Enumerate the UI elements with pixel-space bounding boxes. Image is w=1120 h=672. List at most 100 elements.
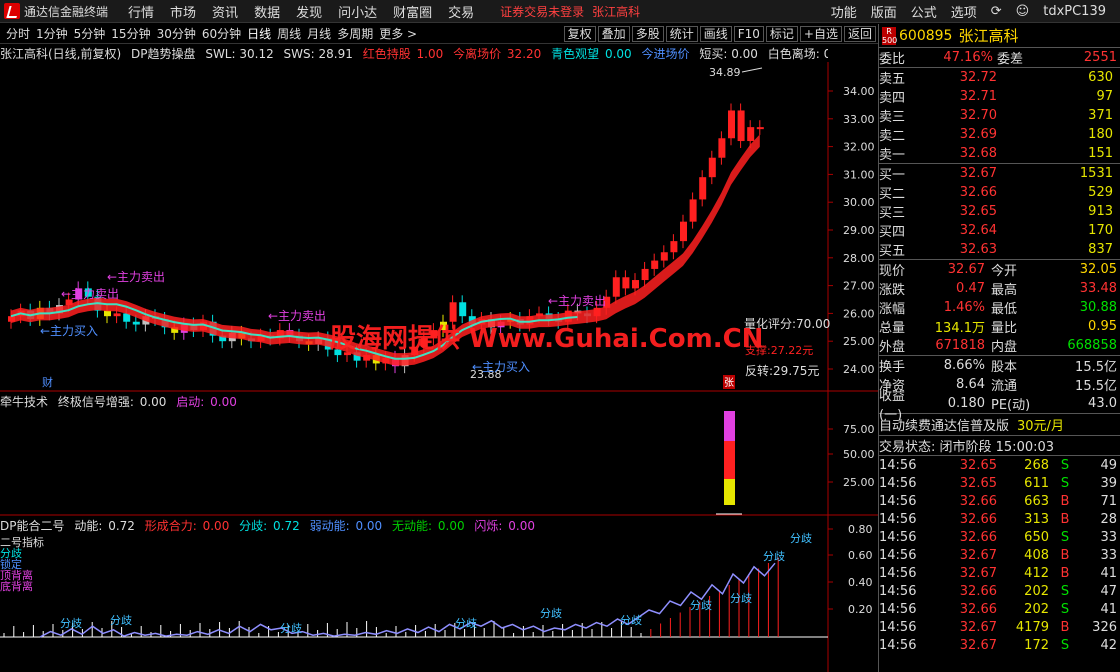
sub2-sl-value: 0.00 — [508, 519, 536, 533]
tick-count: 47 — [1100, 583, 1117, 599]
period-fenshi[interactable]: 分时 — [6, 25, 30, 42]
tick-row[interactable]: 14:56 32.66 313 B 28 — [879, 510, 1120, 528]
ob-price: 32.64 — [959, 223, 997, 238]
indicator-name[interactable]: DP趋势操盘 — [131, 47, 195, 61]
period-15min[interactable]: 15分钟 — [111, 25, 150, 42]
f10-button[interactable]: F10 — [733, 25, 764, 42]
orderbook-row[interactable]: 买一 32.67 1531 — [879, 164, 1120, 183]
axis-label: 50.00 — [843, 448, 875, 461]
menu-shuju[interactable]: 数据 — [254, 2, 280, 21]
tick-row[interactable]: 14:56 32.66 650 S 33 — [879, 528, 1120, 546]
ad-text[interactable]: 自动续费通达信普及版 — [879, 415, 1009, 434]
orderbook-row[interactable]: 买五 32.63 837 — [879, 240, 1120, 259]
sub2-wd-label: 无动能: — [392, 519, 433, 533]
back-button[interactable]: 返回 — [843, 25, 876, 42]
period-weekly[interactable]: 周线 — [277, 25, 301, 42]
menu-zixun[interactable]: 资讯 — [212, 2, 238, 21]
ob-level: 买一 — [879, 168, 906, 183]
huaxian-button[interactable]: 画线 — [699, 25, 732, 42]
tick-side: B — [1060, 511, 1070, 527]
tick-row[interactable]: 14:56 32.67 412 B 41 — [879, 564, 1120, 582]
biaoji-button[interactable]: 标记 — [765, 25, 798, 42]
tick-row[interactable]: 14:56 32.66 663 B 71 — [879, 492, 1120, 510]
duogu-button[interactable]: 多股 — [631, 25, 664, 42]
tick-qty: 202 — [1024, 583, 1049, 599]
menu-banmian[interactable]: 版面 — [871, 2, 897, 21]
axis-label: 34.00 — [843, 85, 875, 98]
orderbook-row[interactable]: 卖三 32.70 371 — [879, 106, 1120, 125]
orderbook-row[interactable]: 买三 32.65 913 — [879, 202, 1120, 221]
tick-row[interactable]: 14:56 32.67 4179 B 326 — [879, 618, 1120, 636]
stock-code[interactable]: 600895 — [899, 28, 952, 44]
menu-hangqing[interactable]: 行情 — [128, 2, 154, 21]
tick-price: 32.67 — [959, 547, 997, 563]
candle-body — [699, 177, 707, 200]
period-30min[interactable]: 30分钟 — [157, 25, 196, 42]
add-favorite-button[interactable]: +自选 — [799, 25, 842, 42]
divergence-label: 分歧 — [455, 617, 477, 630]
tick-row[interactable]: 14:56 32.67 172 S 42 — [879, 636, 1120, 654]
ob-level: 卖四 — [879, 91, 906, 106]
stock-link[interactable]: 张江高科 — [592, 3, 640, 20]
sub2-rd-label: 弱动能: — [309, 519, 350, 533]
tick-time: 14:56 — [879, 493, 917, 509]
orderbook-row[interactable]: 卖二 32.69 180 — [879, 125, 1120, 144]
candle-body — [680, 221, 687, 242]
sell-signal: ←主力卖出 — [107, 270, 165, 284]
ob-price: 32.65 — [959, 204, 997, 219]
period-60min[interactable]: 60分钟 — [202, 25, 241, 42]
orderbook-row[interactable]: 卖五 32.72 630 — [879, 68, 1120, 87]
sell-signal: ←主力卖出 — [548, 294, 606, 308]
tick-row[interactable]: 14:56 32.66 202 S 41 — [879, 600, 1120, 618]
chat-icon[interactable]: ☺ — [1016, 4, 1030, 19]
menu-wenxiaoda[interactable]: 问小达 — [338, 2, 377, 21]
diejia-button[interactable]: 叠加 — [597, 25, 630, 42]
tick-time: 14:56 — [879, 547, 917, 563]
period-5min[interactable]: 5分钟 — [74, 25, 106, 42]
sub2-xc-label: 形成合力: — [144, 519, 197, 533]
stock-name[interactable]: 张江高科 — [958, 25, 1018, 46]
stat-row: 收益(一) 0.180 PE(动) 43.0 — [879, 389, 1120, 423]
orderbook-row[interactable]: 卖一 32.68 151 — [879, 144, 1120, 163]
tongji-button[interactable]: 统计 — [665, 25, 698, 42]
stat-value: 43.0 — [1088, 396, 1117, 411]
tick-row[interactable]: 14:56 32.65 611 S 39 — [879, 474, 1120, 492]
fuquan-button[interactable]: 复权 — [563, 25, 596, 42]
user-id[interactable]: tdxPC139 — [1043, 4, 1106, 19]
tick-count: 49 — [1100, 457, 1117, 473]
tick-list[interactable]: 14:56 32.65 268 S 49 14:56 32.65 611 S 39 14:56 32.… — [879, 456, 1120, 654]
menu-shichang[interactable]: 市场 — [170, 2, 196, 21]
menu-xuanxiang[interactable]: 选项 — [951, 2, 977, 21]
tick-row[interactable]: 14:56 32.67 408 B 33 — [879, 546, 1120, 564]
orderbook-row[interactable]: 买四 32.64 170 — [879, 221, 1120, 240]
ob-level: 买二 — [879, 187, 906, 202]
menu-faxian[interactable]: 发现 — [296, 2, 322, 21]
menu-gongshi[interactable]: 公式 — [911, 2, 937, 21]
ad-price[interactable]: 30元/月 — [1017, 415, 1064, 434]
period-more[interactable]: 更多 > — [379, 25, 417, 42]
period-monthly[interactable]: 月线 — [307, 25, 331, 42]
trade-login-warning[interactable]: 证券交易未登录 — [500, 3, 584, 20]
chart-canvas[interactable]: 34.00 33.00 32.00 31.00 30.00 29.00 28.00 27.00… — [0, 62, 878, 672]
refresh-icon[interactable]: ⟳ — [991, 4, 1002, 19]
menu-caifuquan[interactable]: 财富圈 — [393, 2, 432, 21]
candle-body — [737, 110, 745, 142]
orderbook-row[interactable]: 买二 32.66 529 — [879, 183, 1120, 202]
period-daily[interactable]: 日线 — [247, 25, 271, 42]
tick-count: 42 — [1100, 637, 1117, 653]
stat-label: 今开 — [991, 264, 1018, 279]
period-multi[interactable]: 多周期 — [337, 25, 373, 42]
menu-jiaoyi[interactable]: 交易 — [448, 2, 474, 21]
tick-side: B — [1060, 493, 1070, 509]
orderbook-row[interactable]: 卖四 32.71 97 — [879, 87, 1120, 106]
menu-gongneng[interactable]: 功能 — [831, 2, 857, 21]
sub1-title[interactable]: 牵牛技术 — [0, 395, 48, 409]
stock-title: R 500 600895 张江高科 — [879, 24, 1120, 48]
tick-row[interactable]: 14:56 32.65 268 S 49 — [879, 456, 1120, 474]
bid-book: 买一 32.67 1531 买二 32.66 529 买三 32.65 913 买四 32.64 17… — [879, 164, 1120, 260]
ad-row[interactable]: 自动续费通达信普及版 30元/月 — [879, 414, 1120, 436]
sub2-title[interactable]: DP能合二号 — [0, 519, 64, 533]
period-1min[interactable]: 1分钟 — [36, 25, 68, 42]
chart-title[interactable]: 张江高科(日线,前复权) — [0, 47, 121, 61]
tick-row[interactable]: 14:56 32.66 202 S 47 — [879, 582, 1120, 600]
